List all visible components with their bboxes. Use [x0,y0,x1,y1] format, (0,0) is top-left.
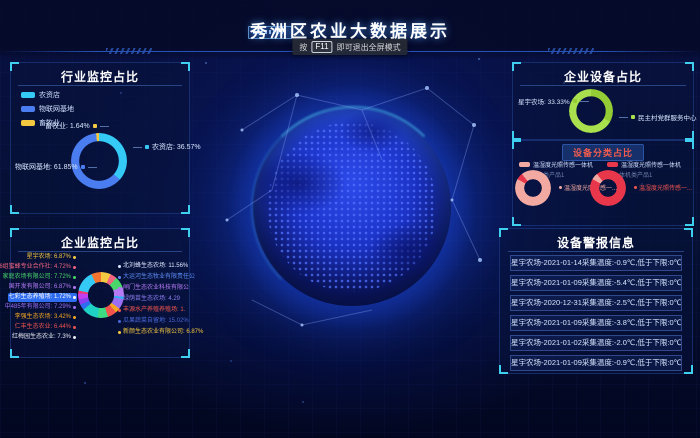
constellation-lines [212,70,492,340]
legend-label: 农资店 [39,90,60,100]
legend-label: 温湿度光照传感一体机 [621,160,681,169]
classification-right-donut[interactable] [590,170,626,206]
alarm-row[interactable]: 星宇农场-2020-12-31采集温度:-2.5℃,低于下限:0℃ [510,295,682,311]
panel-industry-monitor: 行业监控占比 农资店 物联网基地 畜牧业 畜牧业: 1.64% 农资店: 36.… [10,62,190,214]
chart-label: 家庭农场有限公司: 7.72% [2,273,77,282]
chart-label: 北刘蜂生态农场: 11.56% [117,262,189,271]
enterprise-labels-right: 北刘蜂生态农场: 11.56% 大运河生态牧业有限责任公 闸门生态农业科技有限公… [117,262,189,337]
panel-device-ratio: 企业设备占比 星宇农场: 33.33% 民主村党群服务中心 [512,62,694,140]
chart-label: 闸门生态农业科技有限公 [117,284,190,293]
legend-swatch [519,162,530,167]
chart-label: 农资店: 36.57% [133,142,201,152]
chart-label: 国开发有限公司: 6.87% [8,283,77,292]
chart-label: 民主村党群服务中心 [619,112,697,122]
classification-left-donut[interactable] [515,170,551,206]
chart-label: 仁丰生态农业: 6.44% [14,323,77,332]
chart-label: 星宇农场: 33.33% [518,96,589,106]
f11-keycap: F11 [311,41,332,53]
panel-device-classification: 设备分类占比 温湿度光照传感一体机 一体机类产品1 温湿度光照传感一... 温湿… [512,140,694,226]
legend-item[interactable]: 温湿度光照传感一体机 [519,160,593,169]
industry-donut-chart[interactable] [71,133,127,189]
panel-enterprise-monitor: 企业监控占比 星宇农场: 6.87% 6组蜜蜂专业合作社: 4.72% 家庭农场… [10,228,190,358]
background-stars [0,0,2,2]
alarm-list: 星宇农场-2021-01-14采集温度:-0.9℃,低于下限:0℃ 星宇农场-2… [510,255,682,371]
alarm-row[interactable]: 星宇农场-2021-01-09采集温度:-3.8℃,低于下限:0℃ [510,315,682,331]
legend-swatch [21,92,35,98]
legend-swatch [607,162,618,167]
panel-alarm-info: 设备警报信息 星宇农场-2021-01-14采集温度:-0.9℃,低于下限:0℃… [499,228,693,374]
alarm-row[interactable]: 星宇农场-2021-01-09采集温度:-0.9℃,低于下限:0℃ [510,355,682,371]
panel-title: 企业监控占比 [11,234,189,251]
chart-label: 瓜果蔬菜自留地: 15.02% [117,317,190,326]
legend-item[interactable]: 温湿度光照传感一体机 [607,160,681,169]
chart-label: 物联网基地: 61.85% [15,162,97,172]
title-underline [508,251,685,252]
panel-title: 企业设备占比 [513,68,693,85]
hint-suffix: 即可退出全屏模式 [337,42,401,53]
legend-swatch [21,106,35,112]
alarm-row[interactable]: 星宇农场-2021-01-02采集温度:-2.0℃,低于下限:0℃ [510,335,682,351]
fullscreen-hint: 按 F11 即可退出全屏模式 [292,39,407,55]
alarm-row[interactable]: 星宇农场-2021-01-14采集温度:-0.9℃,低于下限:0℃ [510,255,682,271]
panel-title: 行业监控占比 [11,68,189,85]
chart-label: 七彩生态养殖场: 1.72% [8,293,77,302]
chart-label: 李强生态农场: 3.42% [14,313,77,322]
chart-label: 温湿度光照传感一... [632,183,692,192]
chart-label: 畜牧业: 1.64% [45,121,109,131]
legend-label: 温湿度光照传感一体机 [533,160,593,169]
legend-item[interactable]: 物联网基地 [21,104,74,114]
legend-swatch [21,120,35,126]
title-underline [18,251,182,252]
chart-label: 6组蜜蜂专业合作社: 4.72% [0,263,77,272]
panel-title: 设备分类占比 [562,144,644,161]
chart-label: 丰源水产养殖养殖场: 1. [117,306,186,315]
hint-prefix: 按 [299,42,307,53]
alarm-row[interactable]: 星宇农场-2021-01-09采集温度:-5.4℃,低于下限:0℃ [510,275,682,291]
chart-label: 新颜生态农业有限公司: 6.87% [117,328,204,337]
chart-label: 绿荫苗生态农场: 4.29 [117,295,181,304]
hatch-decoration-right [548,48,594,54]
hatch-decoration-left [106,48,152,54]
enterprise-labels-left: 星宇农场: 6.87% 6组蜜蜂专业合作社: 4.72% 家庭农场有限公司: 7… [13,253,77,342]
chart-label: 中485年有限公司: 7.29% [4,303,77,312]
chart-label: 星宇农场: 6.87% [26,253,77,262]
legend-item[interactable]: 农资店 [21,90,74,100]
chart-label: 红梅园生态农业: 7.3% [11,333,77,342]
title-underline [520,85,686,86]
title-underline [18,85,182,86]
legend-label: 物联网基地 [39,104,74,114]
panel-title: 设备警报信息 [500,234,692,251]
chart-label: 大运河生态牧业有限责任公 [117,273,196,282]
